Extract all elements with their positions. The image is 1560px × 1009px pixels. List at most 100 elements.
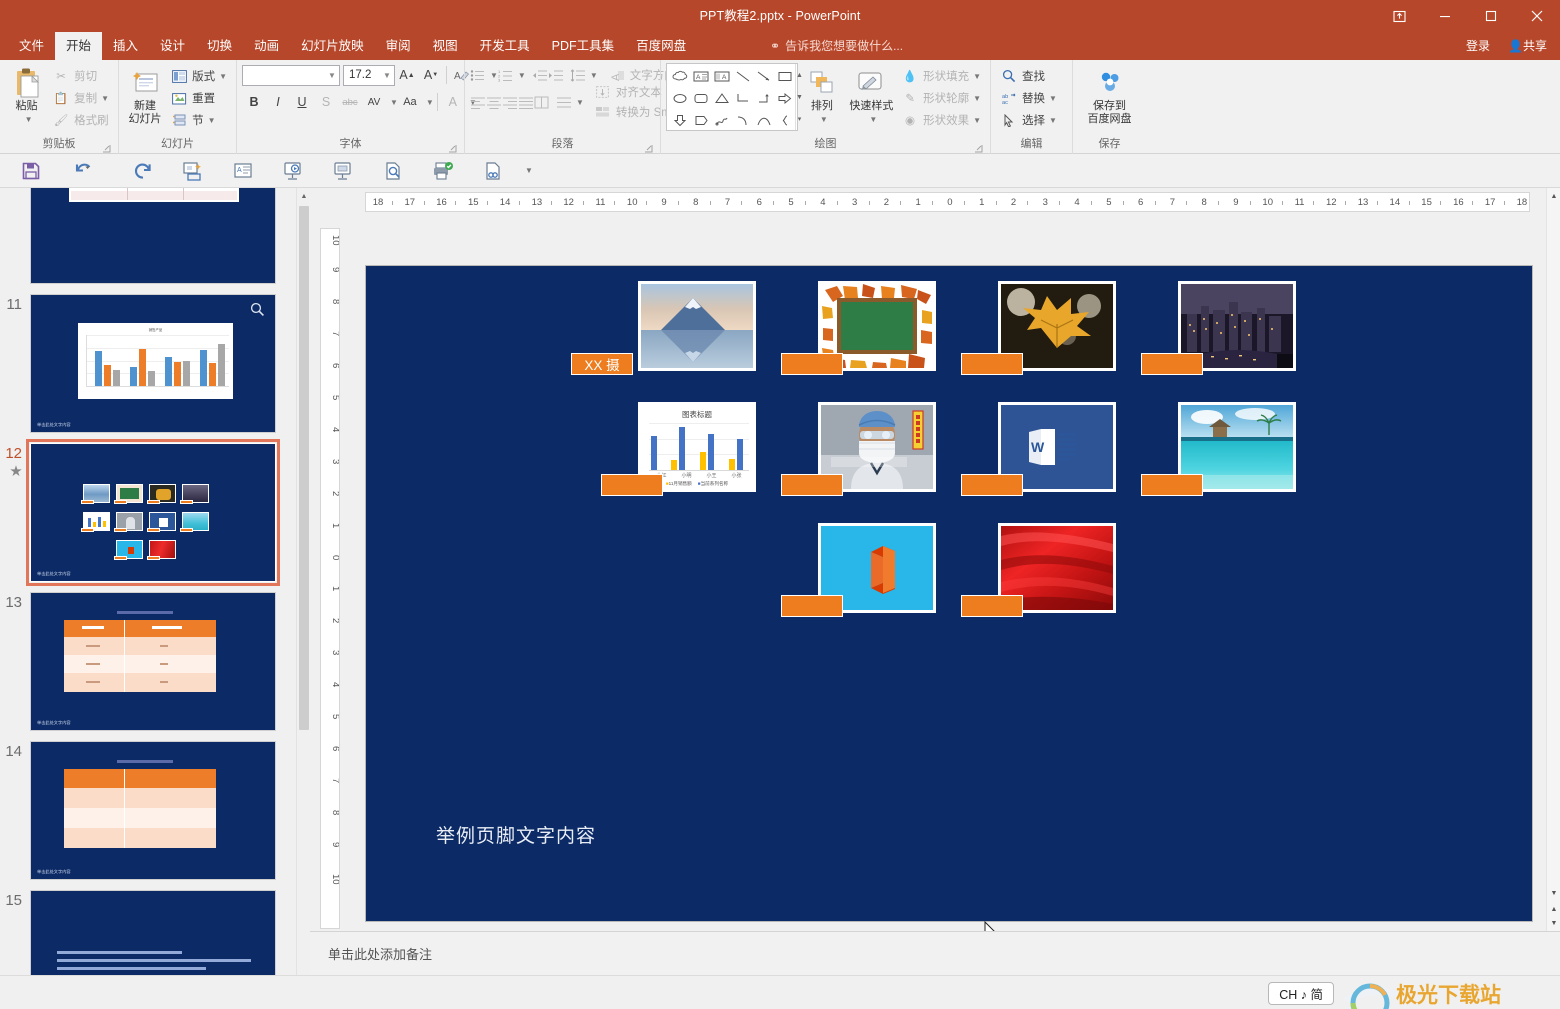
scrollbar-thumb[interactable] <box>299 206 309 730</box>
ime-indicator[interactable]: CH ♪ 简 <box>1268 982 1334 1005</box>
arrange-button[interactable]: 排列 ▼ <box>798 63 846 126</box>
align-center-button[interactable] <box>486 91 502 114</box>
caption-office[interactable] <box>781 595 843 617</box>
shape-elbow-connector-icon[interactable] <box>732 87 753 109</box>
thumbnail-item[interactable]: 12 ★ 单击此处文字内容 <box>0 438 292 587</box>
text-columns-button[interactable] <box>556 91 572 114</box>
shape-effects-button[interactable]: ◉ 形状效果 ▼ <box>897 109 985 131</box>
caption-doctor[interactable] <box>781 474 843 496</box>
character-spacing-dropdown-icon[interactable]: ▼ <box>390 98 398 107</box>
thumbnail-slide-11[interactable]: 销售产品 单击此处文字内容 <box>30 294 276 433</box>
save-to-baidu-button[interactable]: 保存到 百度网盘 <box>1078 63 1141 126</box>
thumbnail-zoom-icon[interactable] <box>250 302 265 322</box>
preview-icon[interactable] <box>368 156 418 186</box>
shape-triangle-icon[interactable] <box>711 87 732 109</box>
shapes-more-icon[interactable]: ▾ <box>796 108 803 130</box>
text-shadow-button[interactable]: S <box>314 91 338 114</box>
close-button[interactable] <box>1514 0 1560 32</box>
tab-file[interactable]: 文件 <box>8 32 55 60</box>
shape-vertical-textbox-icon[interactable]: A <box>711 65 732 87</box>
paragraph-dialog-launcher-icon[interactable] <box>644 144 653 153</box>
scroll-down-icon[interactable]: ▼ <box>1547 885 1560 901</box>
font-size-input[interactable]: 17.2 ▼ <box>343 64 395 86</box>
underline-button[interactable]: U <box>290 91 314 114</box>
tab-baidu-netdisk[interactable]: 百度网盘 <box>625 32 697 60</box>
shape-rectangle-icon[interactable] <box>774 65 795 87</box>
thumbnail-item[interactable]: 10 <box>0 188 292 289</box>
shape-cloud-icon[interactable] <box>669 65 690 87</box>
thumbnail-item[interactable]: 14 单击此处文字内容 <box>0 736 292 885</box>
font-color-button[interactable]: A <box>441 91 465 114</box>
redo-icon[interactable] <box>118 156 168 186</box>
change-case-dropdown-icon[interactable]: ▼ <box>426 98 434 107</box>
font-size-dropdown-icon[interactable]: ▼ <box>380 71 394 80</box>
drawing-dialog-launcher-icon[interactable] <box>974 144 983 153</box>
slide-show-icon[interactable] <box>318 156 368 186</box>
ribbon-display-options-icon[interactable] <box>1376 0 1422 32</box>
vertical-ruler[interactable]: 10 9 8 7 6 5 4 3 2 1 0 1 2 3 4 5 6 7 8 9 10 <box>320 228 340 929</box>
thumbnail-slide-14[interactable]: 单击此处文字内容 <box>30 741 276 880</box>
caption-city[interactable] <box>1141 353 1203 375</box>
shape-outline-button[interactable]: ✎ 形状轮廓 ▼ <box>897 87 985 109</box>
tab-design[interactable]: 设计 <box>149 32 196 60</box>
decrease-indent-button[interactable] <box>532 64 548 87</box>
signin-button[interactable]: 登录 <box>1457 32 1499 60</box>
tab-review[interactable]: 审阅 <box>375 32 422 60</box>
layout-button[interactable]: 版式 ▼ <box>166 65 231 87</box>
share-button[interactable]: 👤共享 <box>1499 32 1556 60</box>
quick-styles-dropdown-icon[interactable]: ▼ <box>869 113 877 126</box>
shapes-scroll-up-icon[interactable]: ▲ <box>796 64 803 86</box>
paste-button[interactable]: 粘贴 ▼ <box>5 63 48 126</box>
minimize-button[interactable] <box>1422 0 1468 32</box>
slide-footer-text[interactable]: 举例页脚文字内容 <box>436 821 596 848</box>
bold-button[interactable]: B <box>242 91 266 114</box>
character-spacing-button[interactable]: AV <box>362 91 386 114</box>
line-spacing-button[interactable] <box>570 64 586 87</box>
paste-dropdown-icon[interactable]: ▼ <box>25 113 33 126</box>
shape-curve-icon[interactable] <box>753 109 774 131</box>
thumbnail-item[interactable]: 13 单击此处文字内容 <box>0 587 292 736</box>
tab-view[interactable]: 视图 <box>422 32 469 60</box>
replace-button[interactable]: ab ac 替换 ▼ <box>996 87 1061 109</box>
from-beginning-icon[interactable] <box>168 156 218 186</box>
shape-arrow-icon[interactable] <box>753 65 774 87</box>
outline-view-icon[interactable]: A <box>218 156 268 186</box>
clipboard-dialog-launcher-icon[interactable] <box>102 144 111 153</box>
bullets-button[interactable] <box>470 64 486 87</box>
shape-pentagon-icon[interactable] <box>690 109 711 131</box>
caption-blackboard[interactable] <box>781 353 843 375</box>
shape-oval-icon[interactable] <box>669 87 690 109</box>
caption-chart[interactable] <box>601 474 663 496</box>
quick-styles-button[interactable]: 快速样式 ▼ <box>846 63 897 126</box>
tell-me-search[interactable]: ⚭ 告诉我您想要做什么... <box>770 32 903 60</box>
align-right-button[interactable] <box>502 91 518 114</box>
tab-developer[interactable]: 开发工具 <box>469 32 541 60</box>
shapes-scroll[interactable]: ▲ ▼ ▾ <box>795 64 803 130</box>
scroll-up-icon[interactable]: ▲ <box>297 188 311 204</box>
shapes-scroll-down-icon[interactable]: ▼ <box>796 86 803 108</box>
tab-pdf-tools[interactable]: PDF工具集 <box>541 32 626 60</box>
columns-button[interactable] <box>534 91 550 114</box>
picture-mountain[interactable] <box>638 281 756 371</box>
shape-textbox-icon[interactable]: A <box>690 65 711 87</box>
shape-elbow-arrow-icon[interactable] <box>753 87 774 109</box>
section-button[interactable]: 节 ▼ <box>166 109 231 131</box>
numbering-button[interactable]: 123 <box>498 64 514 87</box>
caption-leaf[interactable] <box>961 353 1023 375</box>
scroll-up-icon[interactable]: ▲ <box>1547 188 1560 204</box>
slide-canvas[interactable]: XX 摄 图表标题 小明 小王 小张 ■11月销售额 ■当前系列名称 W 举例页… <box>365 265 1533 922</box>
shapes-gallery[interactable]: A A ▲ ▼ ▾ <box>666 63 803 131</box>
tab-insert[interactable]: 插入 <box>102 32 149 60</box>
tab-slideshow[interactable]: 幻灯片放映 <box>290 32 375 60</box>
qat-more-icon[interactable]: ▼ <box>518 156 540 186</box>
undo-icon[interactable] <box>56 156 118 186</box>
horizontal-ruler[interactable]: 18 17 16 15 14 13 12 11 10 9 8 7 6 5 4 3 2 1 0 1 2 3 4 5 6 7 8 9 10 1… <box>365 192 1530 212</box>
tab-animations[interactable]: 动画 <box>243 32 290 60</box>
caption-word[interactable] <box>961 474 1023 496</box>
reset-button[interactable]: 重置 <box>166 87 231 109</box>
shape-rounded-rect-icon[interactable] <box>690 87 711 109</box>
increase-indent-button[interactable] <box>548 64 564 87</box>
link-icon[interactable] <box>468 156 518 186</box>
notes-pane[interactable]: 单击此处添加备注 <box>310 931 1560 975</box>
save-icon[interactable] <box>6 156 56 186</box>
